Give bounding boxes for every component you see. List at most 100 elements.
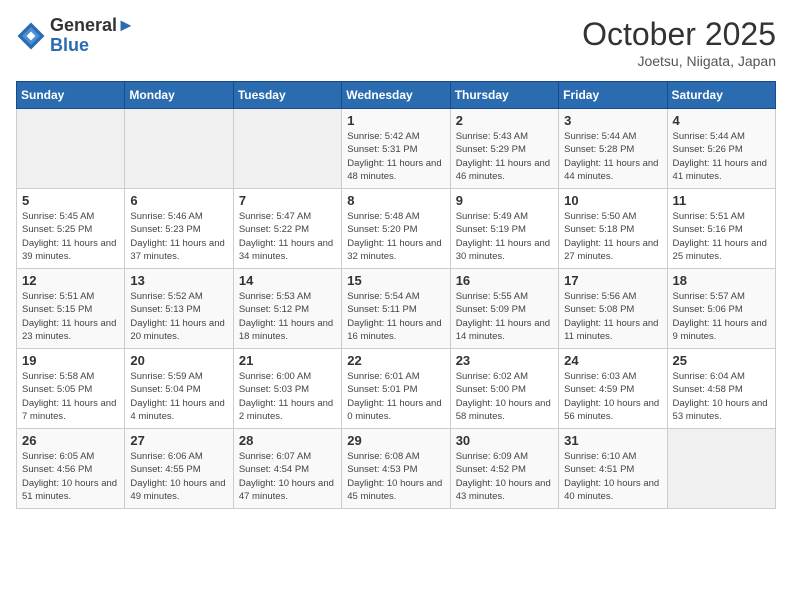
day-number: 20 — [130, 353, 227, 368]
calendar-cell: 22 Sunrise: 6:01 AMSunset: 5:01 PMDayligh… — [342, 349, 450, 429]
title-block: October 2025 Joetsu, Niigata, Japan — [582, 16, 776, 69]
day-number: 24 — [564, 353, 661, 368]
day-info: Sunrise: 6:10 AMSunset: 4:51 PMDaylight:… — [564, 451, 659, 502]
day-number: 18 — [673, 273, 770, 288]
header-sunday: Sunday — [17, 82, 125, 109]
day-info: Sunrise: 5:57 AMSunset: 5:06 PMDaylight:… — [673, 291, 767, 342]
day-info: Sunrise: 6:07 AMSunset: 4:54 PMDaylight:… — [239, 451, 334, 502]
day-info: Sunrise: 6:01 AMSunset: 5:01 PMDaylight:… — [347, 371, 441, 422]
day-number: 5 — [22, 193, 119, 208]
day-info: Sunrise: 5:52 AMSunset: 5:13 PMDaylight:… — [130, 291, 224, 342]
day-info: Sunrise: 5:50 AMSunset: 5:18 PMDaylight:… — [564, 211, 658, 262]
calendar-cell: 13 Sunrise: 5:52 AMSunset: 5:13 PMDayligh… — [125, 269, 233, 349]
day-info: Sunrise: 5:54 AMSunset: 5:11 PMDaylight:… — [347, 291, 441, 342]
day-info: Sunrise: 6:06 AMSunset: 4:55 PMDaylight:… — [130, 451, 225, 502]
day-info: Sunrise: 5:49 AMSunset: 5:19 PMDaylight:… — [456, 211, 550, 262]
location: Joetsu, Niigata, Japan — [582, 53, 776, 69]
calendar-cell: 10Sunrise: 5:50 AMSunset: 5:18 PMDayligh… — [559, 189, 667, 269]
day-number: 16 — [456, 273, 553, 288]
day-info: Sunrise: 5:48 AMSunset: 5:20 PMDaylight:… — [347, 211, 441, 262]
day-number: 19 — [22, 353, 119, 368]
calendar-cell: 19 Sunrise: 5:58 AMSunset: 5:05 PMDayligh… — [17, 349, 125, 429]
day-number: 14 — [239, 273, 336, 288]
calendar-cell: 14 Sunrise: 5:53 AMSunset: 5:12 PMDayligh… — [233, 269, 341, 349]
logo-icon — [16, 21, 46, 51]
day-info: Sunrise: 5:56 AMSunset: 5:08 PMDaylight:… — [564, 291, 658, 342]
week-row-5: 26 Sunrise: 6:05 AMSunset: 4:56 PMDayligh… — [17, 429, 776, 509]
day-info: Sunrise: 5:43 AMSunset: 5:29 PMDaylight:… — [456, 131, 550, 182]
day-number: 29 — [347, 433, 444, 448]
day-number: 4 — [673, 113, 770, 128]
day-info: Sunrise: 6:05 AMSunset: 4:56 PMDaylight:… — [22, 451, 117, 502]
day-number: 22 — [347, 353, 444, 368]
day-info: Sunrise: 6:03 AMSunset: 4:59 PMDaylight:… — [564, 371, 659, 422]
calendar-cell — [17, 109, 125, 189]
calendar-cell: 3Sunrise: 5:44 AMSunset: 5:28 PMDaylight… — [559, 109, 667, 189]
calendar-cell: 20 Sunrise: 5:59 AMSunset: 5:04 PMDayligh… — [125, 349, 233, 429]
day-number: 21 — [239, 353, 336, 368]
day-info: Sunrise: 5:58 AMSunset: 5:05 PMDaylight:… — [22, 371, 116, 422]
calendar-cell — [667, 429, 775, 509]
day-number: 25 — [673, 353, 770, 368]
header-monday: Monday — [125, 82, 233, 109]
day-number: 2 — [456, 113, 553, 128]
day-number: 12 — [22, 273, 119, 288]
day-number: 28 — [239, 433, 336, 448]
header-tuesday: Tuesday — [233, 82, 341, 109]
day-number: 27 — [130, 433, 227, 448]
day-info: Sunrise: 5:53 AMSunset: 5:12 PMDaylight:… — [239, 291, 333, 342]
calendar-table: SundayMondayTuesdayWednesdayThursdayFrid… — [16, 81, 776, 509]
calendar-cell: 9 Sunrise: 5:49 AMSunset: 5:19 PMDaylight… — [450, 189, 558, 269]
calendar-cell: 5 Sunrise: 5:45 AMSunset: 5:25 PMDaylight… — [17, 189, 125, 269]
calendar-cell: 29 Sunrise: 6:08 AMSunset: 4:53 PMDayligh… — [342, 429, 450, 509]
day-number: 17 — [564, 273, 661, 288]
calendar-cell: 25 Sunrise: 6:04 AMSunset: 4:58 PMDayligh… — [667, 349, 775, 429]
calendar-cell: 30 Sunrise: 6:09 AMSunset: 4:52 PMDayligh… — [450, 429, 558, 509]
page-header: General► Blue October 2025 Joetsu, Niiga… — [16, 16, 776, 69]
header-friday: Friday — [559, 82, 667, 109]
day-info: Sunrise: 5:47 AMSunset: 5:22 PMDaylight:… — [239, 211, 333, 262]
day-number: 9 — [456, 193, 553, 208]
day-number: 30 — [456, 433, 553, 448]
day-number: 26 — [22, 433, 119, 448]
day-number: 8 — [347, 193, 444, 208]
calendar-cell: 24 Sunrise: 6:03 AMSunset: 4:59 PMDayligh… — [559, 349, 667, 429]
day-number: 1 — [347, 113, 444, 128]
day-number: 13 — [130, 273, 227, 288]
week-row-4: 19 Sunrise: 5:58 AMSunset: 5:05 PMDayligh… — [17, 349, 776, 429]
day-info: Sunrise: 5:44 AMSunset: 5:26 PMDaylight:… — [673, 131, 767, 182]
header-saturday: Saturday — [667, 82, 775, 109]
calendar-cell: 6 Sunrise: 5:46 AMSunset: 5:23 PMDaylight… — [125, 189, 233, 269]
calendar-cell: 16Sunrise: 5:55 AMSunset: 5:09 PMDayligh… — [450, 269, 558, 349]
day-number: 11 — [673, 193, 770, 208]
calendar-cell — [125, 109, 233, 189]
day-info: Sunrise: 5:46 AMSunset: 5:23 PMDaylight:… — [130, 211, 224, 262]
day-info: Sunrise: 5:51 AMSunset: 5:16 PMDaylight:… — [673, 211, 767, 262]
day-info: Sunrise: 6:08 AMSunset: 4:53 PMDaylight:… — [347, 451, 442, 502]
calendar-cell: 26 Sunrise: 6:05 AMSunset: 4:56 PMDayligh… — [17, 429, 125, 509]
calendar-cell — [233, 109, 341, 189]
calendar-cell: 2 Sunrise: 5:43 AMSunset: 5:29 PMDaylight… — [450, 109, 558, 189]
day-info: Sunrise: 5:59 AMSunset: 5:04 PMDaylight:… — [130, 371, 224, 422]
day-info: Sunrise: 6:02 AMSunset: 5:00 PMDaylight:… — [456, 371, 551, 422]
calendar-cell: 4 Sunrise: 5:44 AMSunset: 5:26 PMDaylight… — [667, 109, 775, 189]
weekday-header-row: SundayMondayTuesdayWednesdayThursdayFrid… — [17, 82, 776, 109]
day-info: Sunrise: 5:45 AMSunset: 5:25 PMDaylight:… — [22, 211, 116, 262]
day-number: 6 — [130, 193, 227, 208]
day-info: Sunrise: 6:09 AMSunset: 4:52 PMDaylight:… — [456, 451, 551, 502]
header-wednesday: Wednesday — [342, 82, 450, 109]
week-row-1: 1Sunrise: 5:42 AMSunset: 5:31 PMDaylight… — [17, 109, 776, 189]
week-row-3: 12Sunrise: 5:51 AMSunset: 5:15 PMDayligh… — [17, 269, 776, 349]
calendar-cell: 18 Sunrise: 5:57 AMSunset: 5:06 PMDayligh… — [667, 269, 775, 349]
day-number: 7 — [239, 193, 336, 208]
logo-text: General► Blue — [50, 16, 135, 56]
calendar-cell: 11 Sunrise: 5:51 AMSunset: 5:16 PMDayligh… — [667, 189, 775, 269]
day-info: Sunrise: 6:04 AMSunset: 4:58 PMDaylight:… — [673, 371, 768, 422]
day-number: 15 — [347, 273, 444, 288]
day-info: Sunrise: 5:44 AMSunset: 5:28 PMDaylight:… — [564, 131, 658, 182]
logo: General► Blue — [16, 16, 135, 56]
calendar-cell: 12Sunrise: 5:51 AMSunset: 5:15 PMDayligh… — [17, 269, 125, 349]
calendar-cell: 21 Sunrise: 6:00 AMSunset: 5:03 PMDayligh… — [233, 349, 341, 429]
calendar-cell: 31Sunrise: 6:10 AMSunset: 4:51 PMDayligh… — [559, 429, 667, 509]
day-info: Sunrise: 6:00 AMSunset: 5:03 PMDaylight:… — [239, 371, 333, 422]
